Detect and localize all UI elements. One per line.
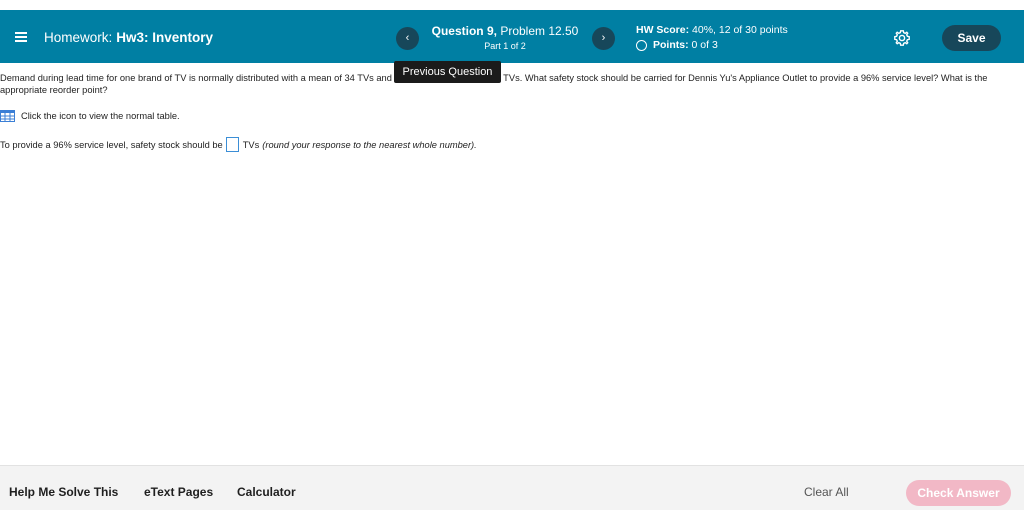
normal-table-hint: Click the icon to view the normal table. (0, 110, 180, 122)
question-info: Question 9, Problem 12.50 Part 1 of 2 (420, 24, 590, 51)
footer-bar: Help Me Solve This eText Pages Calculato… (0, 465, 1024, 510)
etext-pages-button[interactable]: eText Pages (144, 485, 213, 499)
gear-icon[interactable] (893, 29, 911, 47)
question-number: Question 9, (431, 24, 497, 38)
answer-line: To provide a 96% service level, safety s… (0, 137, 477, 152)
top-strip (0, 0, 1024, 10)
chevron-left-icon: ‹ (405, 32, 410, 44)
help-me-solve-this-button[interactable]: Help Me Solve This (9, 485, 118, 499)
homework-name: Hw3: Inventory (116, 30, 214, 45)
check-answer-button[interactable]: Check Answer (906, 480, 1011, 506)
safety-stock-input[interactable] (225, 137, 239, 152)
next-question-button[interactable]: › (592, 27, 615, 50)
hw-score: HW Score: 40%, 12 of 30 points Points: 0… (636, 24, 788, 51)
score-label: HW Score: (636, 24, 690, 36)
previous-question-tooltip: Previous Question (394, 61, 501, 83)
problem-number: Problem 12.50 (500, 24, 579, 38)
clear-all-button[interactable]: Clear All (804, 485, 849, 499)
table-icon[interactable] (0, 110, 15, 122)
answer-prefix: To provide a 96% service level, safety s… (0, 139, 223, 150)
save-button[interactable]: Save (942, 25, 1001, 51)
answer-unit: TVs (242, 139, 260, 150)
header-bar: Homework: Hw3: Inventory ‹ Question 9, Pr… (0, 10, 1024, 63)
circle-icon (636, 39, 647, 51)
table-hint-text: Click the icon to view the normal table. (21, 111, 180, 121)
previous-question-button[interactable]: ‹ (396, 27, 419, 50)
score-line: HW Score: 40%, 12 of 30 points (636, 24, 788, 36)
chevron-right-icon: › (601, 32, 606, 44)
answer-note: (round your response to the nearest whol… (262, 139, 477, 150)
score-value: 40%, 12 of 30 points (692, 24, 788, 36)
points-label: Points: (653, 39, 689, 51)
points-line: Points: 0 of 3 (636, 39, 788, 51)
part-indicator: Part 1 of 2 (484, 41, 526, 51)
question-line: Question 9, Problem 12.50 (420, 24, 590, 38)
calculator-button[interactable]: Calculator (237, 485, 296, 499)
homework-prefix: Homework: (44, 30, 113, 45)
menu-icon[interactable] (15, 32, 27, 42)
points-value: 0 of 3 (691, 39, 718, 51)
homework-title: Homework: Hw3: Inventory (44, 30, 213, 45)
